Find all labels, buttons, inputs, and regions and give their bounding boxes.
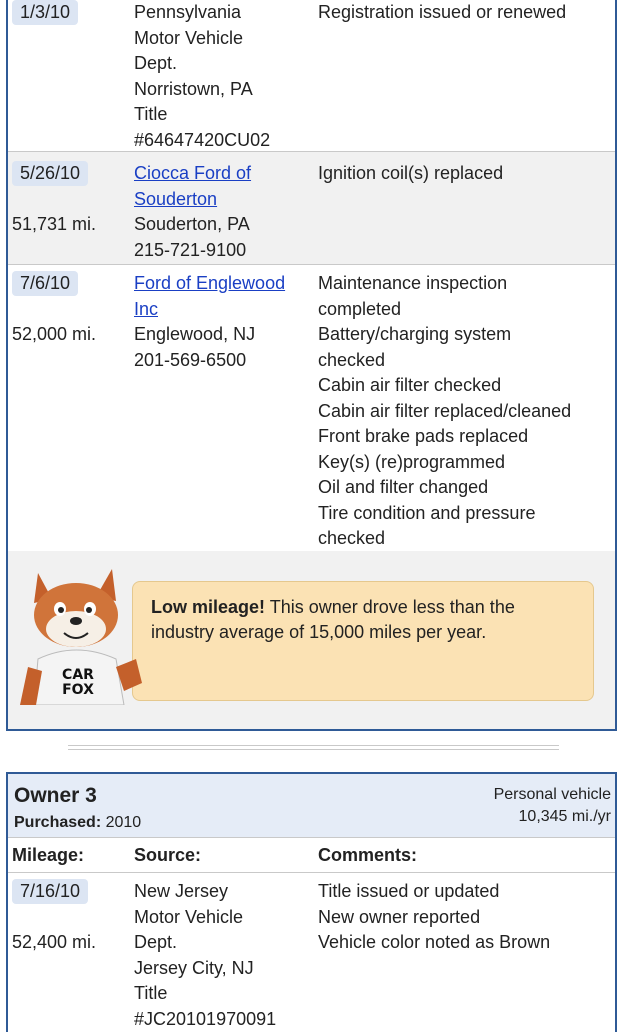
record-comments: Maintenance inspection completed Battery… — [318, 273, 572, 548]
record-mileage: 52,400 mi. — [12, 932, 97, 952]
low-mileage-callout: Low mileage! This owner drove less than … — [132, 581, 594, 701]
record-date: 7/6/10 — [12, 271, 79, 297]
record-comments: Ignition coil(s) replaced — [318, 163, 504, 183]
owner-3-history-card: Owner 3 Purchased: 2010 Personal vehicle… — [6, 772, 617, 1033]
record-date: 7/16/10 — [12, 879, 89, 905]
dealer-link-ciocca-ford[interactable]: Ciocca Ford of — [134, 163, 251, 183]
record-source: Pennsylvania Motor Vehicle Dept. Norrist… — [134, 2, 271, 150]
record-source: New Jersey Motor Vehicle Dept. Jersey Ci… — [134, 881, 277, 1029]
mileage-header: Mileage: — [12, 845, 85, 865]
owner-title: Owner 3 — [14, 784, 97, 807]
history-row: 5/26/10 51,731 mi. Ciocca Ford of Souder… — [8, 152, 615, 265]
record-comments: Registration issued or renewed — [318, 2, 567, 22]
source-header: Source: — [134, 845, 202, 865]
owner-separator — [68, 745, 559, 750]
svg-text:CAR: CAR — [62, 667, 94, 683]
history-row: 1/3/10 Pennsylvania Motor Vehicle Dept. … — [8, 0, 615, 152]
carfox-mascot-icon: CAR FOX — [20, 569, 142, 705]
record-date: 5/26/10 — [12, 161, 89, 187]
owner-2-history-card: 1/3/10 Pennsylvania Motor Vehicle Dept. … — [6, 0, 617, 731]
owner-header: Owner 3 Purchased: 2010 Personal vehicle… — [8, 774, 615, 838]
record-mileage: 51,731 mi. — [12, 214, 97, 234]
owner-purchased: Purchased: 2010 — [14, 814, 142, 831]
history-row: 7/16/10 52,400 mi. New Jersey Motor Vehi… — [8, 873, 615, 1033]
record-mileage: 52,000 mi. — [12, 324, 97, 344]
record-date: 1/3/10 — [12, 0, 79, 26]
dealer-link-ford-of-englewood[interactable]: Ford of Englewood — [134, 273, 285, 293]
record-comments: Title issued or updated New owner report… — [318, 881, 551, 952]
callout-heading: Low mileage! — [151, 597, 266, 617]
dealer-link-ford-of-englewood-cont[interactable]: Inc — [134, 299, 158, 319]
history-column-headers: Mileage: Source: Comments: — [8, 838, 615, 873]
dealer-link-ciocca-ford-cont[interactable]: Souderton — [134, 189, 217, 209]
low-mileage-callout-area: Low mileage! This owner drove less than … — [8, 551, 615, 729]
record-source: Ford of Englewood Inc Englewood, NJ 201-… — [134, 273, 286, 370]
record-source: Ciocca Ford of Souderton Souderton, PA 2… — [134, 163, 252, 260]
history-row: 7/6/10 52,000 mi. Ford of Englewood Inc … — [8, 265, 615, 551]
svg-text:FOX: FOX — [62, 682, 94, 698]
owner-vehicle-type: Personal vehicle 10,345 mi./yr — [493, 786, 611, 825]
comments-header: Comments: — [318, 845, 418, 865]
